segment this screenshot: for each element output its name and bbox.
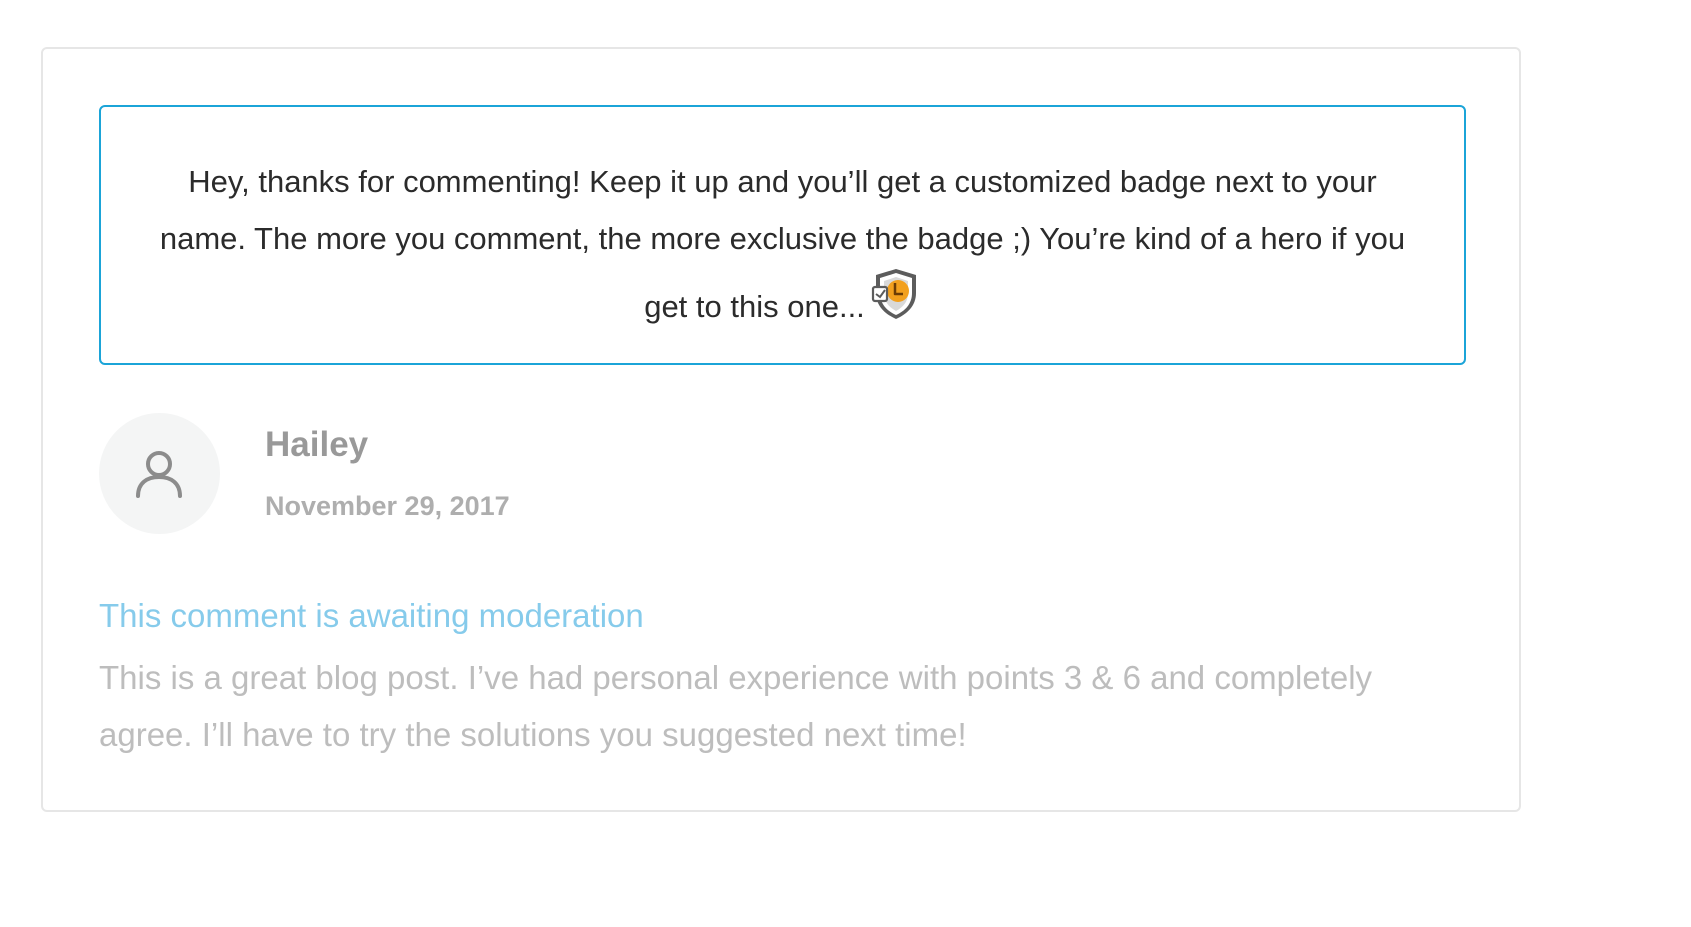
avatar: [99, 413, 220, 534]
moderation-notice: This comment is awaiting moderation: [99, 597, 644, 634]
comment-notice-box: Hey, thanks for commenting! Keep it up a…: [99, 105, 1466, 365]
comment-author-name[interactable]: Hailey: [265, 423, 368, 467]
user-avatar-icon: [136, 451, 182, 498]
comment-card: Hey, thanks for commenting! Keep it up a…: [41, 47, 1521, 812]
shield-badge-icon: [871, 267, 921, 321]
notice-text: Hey, thanks for commenting! Keep it up a…: [159, 164, 1406, 324]
comment-body: This is a great blog post. I’ve had pers…: [99, 659, 1373, 753]
comment-date[interactable]: November 29, 2017: [265, 489, 510, 523]
